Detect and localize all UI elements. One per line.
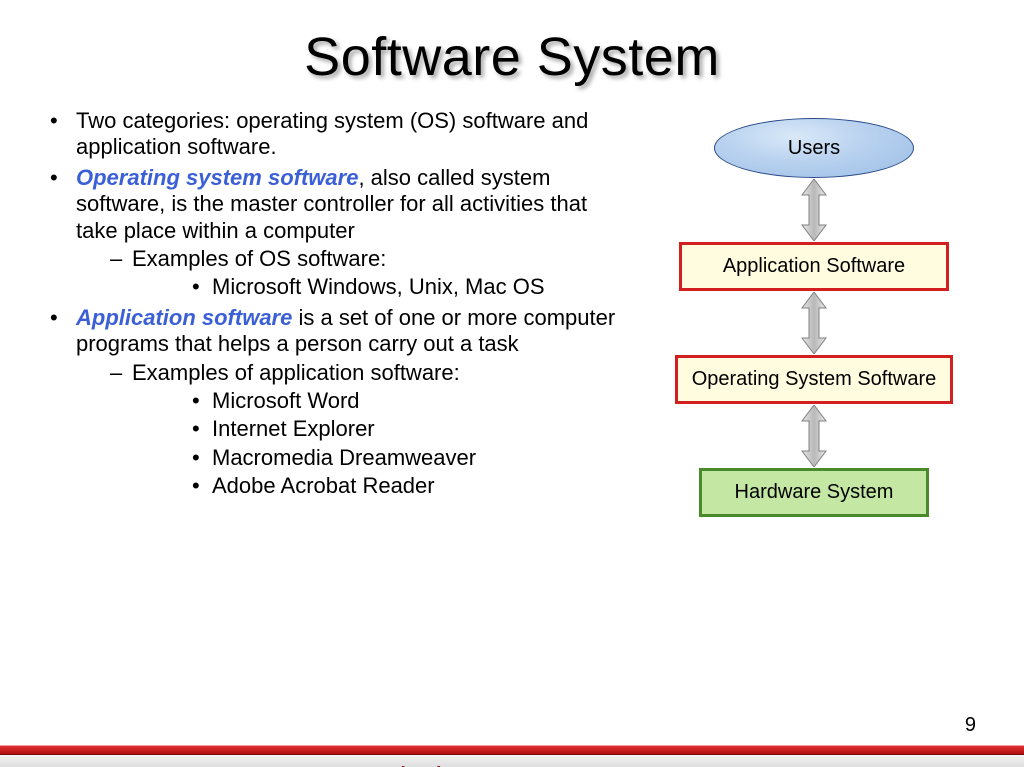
emphasis-app: Application software bbox=[76, 305, 292, 330]
sub-text: Examples of OS software: bbox=[132, 246, 386, 271]
sub-text: Examples of application software: bbox=[132, 360, 460, 385]
double-arrow-icon bbox=[800, 292, 828, 354]
sub2-list: Microsoft Word Internet Explorer Macrome… bbox=[132, 388, 624, 500]
bullet-item-2: Operating system software, also called s… bbox=[40, 165, 624, 301]
footer-accent-bar bbox=[0, 745, 1024, 755]
bullet-item-1: Two categories: operating system (OS) so… bbox=[40, 108, 624, 161]
footer: Introduction to Computer Systems bbox=[0, 745, 1024, 767]
sub2-item: Microsoft Word bbox=[132, 388, 624, 414]
sub2-text: Internet Explorer bbox=[212, 416, 375, 441]
bullet-item-3: Application software is a set of one or … bbox=[40, 305, 624, 500]
sub2-item: Adobe Acrobat Reader bbox=[132, 473, 624, 499]
sub2-text: Microsoft Word bbox=[212, 388, 360, 413]
diagram-column: Users Appl bbox=[634, 108, 994, 517]
hw-label: Hardware System bbox=[735, 481, 894, 503]
app-software-box: Application Software bbox=[679, 242, 949, 291]
sub2-text: Microsoft Windows, Unix, Mac OS bbox=[212, 274, 545, 299]
page-number: 9 bbox=[965, 714, 976, 737]
users-label: Users bbox=[788, 137, 840, 160]
sub2-item: Internet Explorer bbox=[132, 416, 624, 442]
emphasis-os: Operating system software bbox=[76, 165, 358, 190]
sub2-item: Macromedia Dreamweaver bbox=[132, 445, 624, 471]
sub-item: Examples of OS software: Microsoft Windo… bbox=[76, 246, 624, 301]
double-arrow-icon bbox=[800, 179, 828, 241]
content-area: Two categories: operating system (OS) so… bbox=[0, 108, 1024, 517]
slide-title: Software System bbox=[0, 26, 1024, 88]
os-software-box: Operating System Software bbox=[675, 355, 954, 404]
sub-item: Examples of application software: Micros… bbox=[76, 360, 624, 500]
hardware-box: Hardware System bbox=[699, 468, 929, 517]
sub-list: Examples of application software: Micros… bbox=[76, 360, 624, 500]
users-ellipse: Users bbox=[714, 118, 914, 178]
bullet-list: Two categories: operating system (OS) so… bbox=[40, 108, 624, 499]
slide: Software System Two categories: operatin… bbox=[0, 26, 1024, 767]
sub2-item: Microsoft Windows, Unix, Mac OS bbox=[132, 274, 624, 300]
app-label: Application Software bbox=[723, 255, 905, 277]
layer-diagram: Users Appl bbox=[634, 118, 994, 517]
text-column: Two categories: operating system (OS) so… bbox=[40, 108, 634, 517]
sub-list: Examples of OS software: Microsoft Windo… bbox=[76, 246, 624, 301]
bullet-text: Two categories: operating system (OS) so… bbox=[76, 108, 588, 159]
sub2-text: Macromedia Dreamweaver bbox=[212, 445, 476, 470]
double-arrow-icon bbox=[800, 405, 828, 467]
sub2-list: Microsoft Windows, Unix, Mac OS bbox=[132, 274, 624, 300]
os-label: Operating System Software bbox=[692, 368, 937, 390]
sub2-text: Adobe Acrobat Reader bbox=[212, 473, 435, 498]
